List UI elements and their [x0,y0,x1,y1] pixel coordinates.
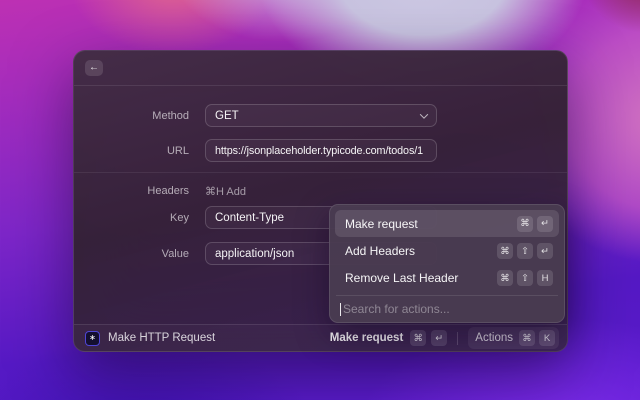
status-bar-divider [457,331,459,345]
actions-button[interactable]: Actions ⌘ K [468,327,559,349]
menu-item-label: Remove Last Header [345,271,459,285]
extension-title: Make HTTP Request [108,332,216,344]
status-bar: ∗ Make HTTP Request Make request ⌘ ↵ Act… [74,324,567,351]
shift-key-icon: ⇧ [517,270,533,286]
window-header: ← [74,51,567,86]
desktop-wallpaper: ← Method GET URL Headers ⌘H Add Key [0,0,640,400]
status-bar-actions: Make request ⌘ ↵ Actions ⌘ K [330,327,559,349]
method-row: Method GET [74,104,567,127]
http-request-window: ← Method GET URL Headers ⌘H Add Key [73,50,568,352]
headers-row: Headers ⌘H Add [74,183,567,199]
method-select-value: GET [215,109,239,122]
actions-menu: Make request ⌘ ↵ Add Headers ⌘ ⇧ ↵ Remov… [329,204,565,323]
back-button[interactable]: ← [85,60,103,76]
key-label: Key [170,211,189,224]
text-cursor [340,302,341,316]
command-key-icon: ⌘ [497,243,513,259]
command-key-icon: ⌘ [497,270,513,286]
command-key-icon: ⌘ [519,330,535,346]
headers-add-shortcut[interactable]: ⌘H Add [205,185,246,198]
section-divider [74,172,567,173]
url-row: URL [74,139,567,162]
url-field-box [205,139,437,162]
primary-action-label[interactable]: Make request [330,332,404,344]
h-key-icon: H [537,270,553,286]
shortcut-keys: ⌘ ↵ [517,215,553,232]
menu-item-make-request[interactable]: Make request ⌘ ↵ [335,210,559,237]
actions-search-input[interactable] [343,302,554,316]
enter-key-icon: ↵ [537,243,553,259]
enter-key-icon: ↵ [537,215,553,232]
menu-item-remove-last-header[interactable]: Remove Last Header ⌘ ⇧ H [335,265,559,291]
headers-label: Headers [147,185,189,197]
enter-key-icon: ↵ [431,330,448,346]
back-arrow-icon: ← [89,62,99,73]
menu-item-label: Add Headers [345,244,416,258]
command-key-icon: ⌘ [410,330,427,346]
menu-item-add-headers[interactable]: Add Headers ⌘ ⇧ ↵ [335,238,559,264]
url-input[interactable] [215,144,427,157]
shortcut-keys: ⌘ ⇧ H [497,270,553,286]
asterisk-glyph-icon: ∗ [89,332,96,342]
extension-icon: ∗ [85,330,100,346]
actions-search-row [335,296,559,322]
method-label: Method [152,109,189,122]
method-select[interactable]: GET [205,104,437,127]
k-key-icon: K [539,330,555,346]
chevron-down-icon [419,109,429,119]
url-label: URL [166,144,189,157]
menu-item-label: Make request [345,216,418,231]
command-key-icon: ⌘ [517,215,533,232]
actions-button-label: Actions [475,332,513,344]
shift-key-icon: ⇧ [517,243,533,259]
shortcut-keys: ⌘ ⇧ ↵ [497,243,553,259]
value-label: Value [161,247,189,260]
